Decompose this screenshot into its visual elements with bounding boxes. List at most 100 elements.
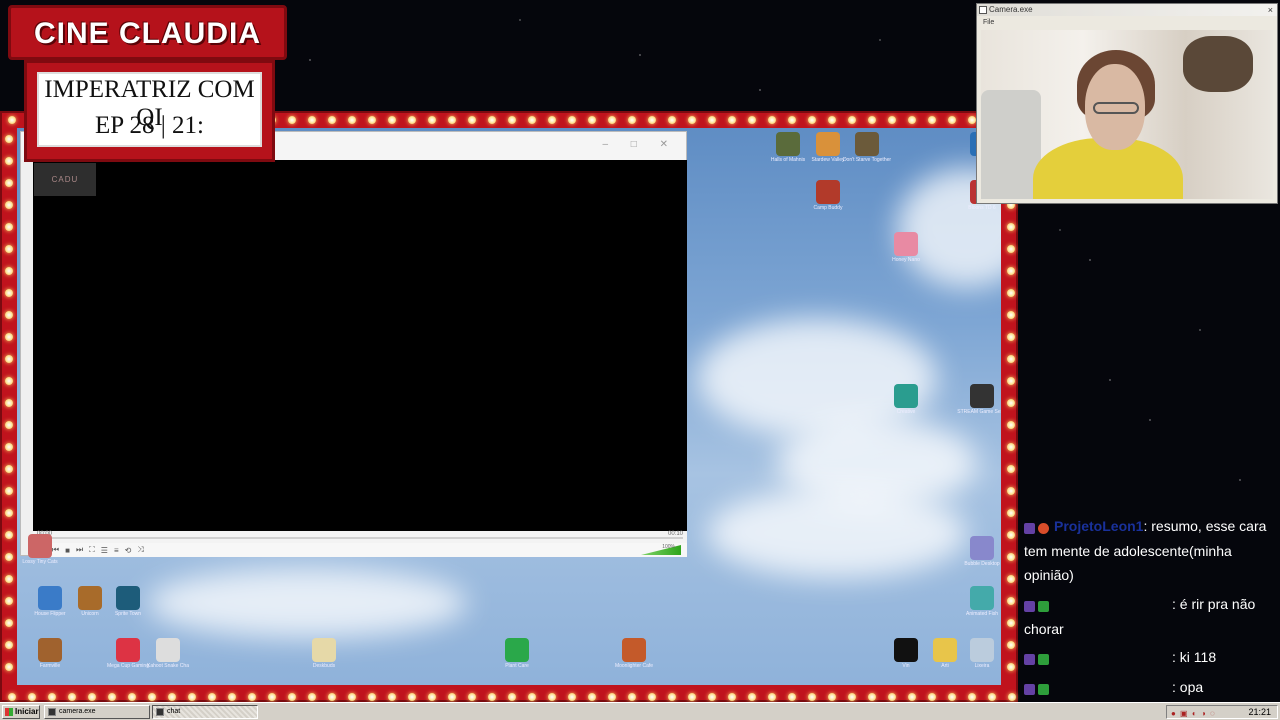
bulb <box>568 693 576 701</box>
game-icon <box>776 132 800 156</box>
vinyl-icon <box>894 638 918 662</box>
bulb <box>688 116 696 124</box>
bulb <box>608 116 616 124</box>
camera-app-icon <box>48 708 56 716</box>
bulb <box>928 693 936 701</box>
repeat-icon[interactable]: ⟲ <box>125 546 132 555</box>
bulb <box>948 116 956 124</box>
bulb <box>8 116 16 124</box>
desktop-icon-label: Unicorn <box>81 611 99 617</box>
menu-file[interactable]: File <box>983 19 994 26</box>
desktop-icon[interactable]: Creative <box>881 384 931 416</box>
desktop-icon[interactable]: Animated Fish <box>957 586 1001 618</box>
chicken-icon <box>816 132 840 156</box>
bulb <box>5 399 13 407</box>
desktop-icon[interactable]: Deskbuds <box>299 638 349 670</box>
desktop-icon[interactable]: Lixeira <box>957 638 1001 670</box>
chat-username[interactable]: ProjetoLeon1 <box>1054 518 1143 534</box>
bulb <box>768 693 776 701</box>
desktop-icon[interactable]: Don't Starve Together <box>842 132 892 164</box>
shuffle-icon[interactable]: ⤨ <box>137 545 143 555</box>
bulb <box>5 223 13 231</box>
bulb <box>448 693 456 701</box>
bulb <box>1007 267 1015 275</box>
video-area[interactable] <box>33 160 687 531</box>
volume-slider[interactable]: 100% <box>641 544 681 555</box>
bulb <box>1007 421 1015 429</box>
episode-box: IMPERATRIZ COM QI EP 28 | 21: <box>24 60 275 162</box>
window-control-buttons[interactable]: ‒ □ ✕ <box>602 139 678 150</box>
taskbar-item-chat[interactable]: chat <box>152 705 258 719</box>
bulb <box>5 531 13 539</box>
desktop-icon[interactable]: Camp Buddy <box>803 180 853 212</box>
bulb <box>68 693 76 701</box>
desktop-icon[interactable]: Kahoot Snake Cha <box>143 638 193 670</box>
bulb <box>728 693 736 701</box>
bulb <box>348 693 356 701</box>
desktop-icon-label: Animated Fish <box>966 611 998 617</box>
bulb <box>828 116 836 124</box>
taskbar-item-camera[interactable]: camera.exe <box>44 705 150 719</box>
camera-titlebar[interactable]: Camera.exe × <box>977 4 1277 16</box>
bulb <box>388 693 396 701</box>
bulb <box>668 693 676 701</box>
bulb <box>608 693 616 701</box>
desktop-icon[interactable]: Bubble Desktop <box>957 536 1001 568</box>
seek-track[interactable] <box>37 537 683 539</box>
task-label: chat <box>167 708 181 715</box>
tray-icons[interactable]: ● ▣ ◐ ◑ ◌ <box>1171 708 1216 720</box>
bulb <box>5 179 13 187</box>
bulb <box>5 289 13 297</box>
stream-icon <box>970 384 994 408</box>
desktop-icon[interactable]: Lossy Tiny Cats <box>17 534 65 566</box>
twitch-badge-icon <box>1024 601 1035 613</box>
folder-icon <box>933 638 957 662</box>
bulb <box>1007 289 1015 297</box>
bulb <box>548 693 556 701</box>
bulb <box>1007 465 1015 473</box>
chat-app-icon <box>156 708 164 716</box>
seek-bar[interactable]: 00:00 00:10 <box>33 531 687 543</box>
bulb <box>5 157 13 165</box>
house-icon <box>38 586 62 610</box>
stop-icon[interactable]: ■ <box>65 546 70 555</box>
bulb <box>568 116 576 124</box>
camera-window[interactable]: Camera.exe × File <box>976 3 1278 204</box>
desktop-icon-label: Kahoot Snake Cha <box>147 663 189 669</box>
playlist-icon[interactable]: ≡ <box>114 546 119 555</box>
desktop-icon[interactable]: STREAM Game Sessi <box>957 384 1001 416</box>
bulb <box>788 693 796 701</box>
bulb <box>1007 641 1015 649</box>
next-icon[interactable]: ⏭ <box>76 545 83 555</box>
channel-logo: CADU <box>34 163 96 196</box>
start-button[interactable]: Iniciar <box>2 705 40 719</box>
desktop-icon[interactable]: Moonlighter Cafe <box>609 638 659 670</box>
desktop-icon[interactable]: Plant Care <box>492 638 542 670</box>
mod-badge-icon <box>1038 601 1049 613</box>
media-player-window[interactable]: ‒ □ ✕ CADU 00:00 00:10 ▶ ⏮ ■ ⏭ ⛶ ☰ ≡ ⟲ ⤨ <box>20 131 687 557</box>
bulb <box>948 693 956 701</box>
creative-icon <box>894 384 918 408</box>
desktop-icon[interactable]: Sprite Town <box>103 586 153 618</box>
desktop-icon[interactable]: Farmville <box>25 638 75 670</box>
bulb <box>5 663 13 671</box>
desktop-icon[interactable]: Honey Nano <box>881 232 931 264</box>
chat-panel: ProjetoLeon1: resumo, esse cara tem ment… <box>1020 512 1276 702</box>
anime-girl-icon <box>894 232 918 256</box>
bulb <box>1008 693 1016 701</box>
close-icon[interactable]: × <box>1268 4 1273 16</box>
bulb <box>768 116 776 124</box>
bulb <box>628 116 636 124</box>
dog <box>1183 36 1253 92</box>
bulb <box>308 693 316 701</box>
windows-logo-icon <box>5 708 13 716</box>
camera-menubar: File <box>977 16 1277 29</box>
bulb <box>488 116 496 124</box>
fullscreen-icon[interactable]: ⛶ <box>89 545 95 555</box>
bulb <box>148 693 156 701</box>
bulb <box>268 693 276 701</box>
bulb <box>588 116 596 124</box>
equalizer-icon[interactable]: ☰ <box>101 546 108 555</box>
bulb <box>128 693 136 701</box>
webcam-feed <box>981 30 1273 199</box>
